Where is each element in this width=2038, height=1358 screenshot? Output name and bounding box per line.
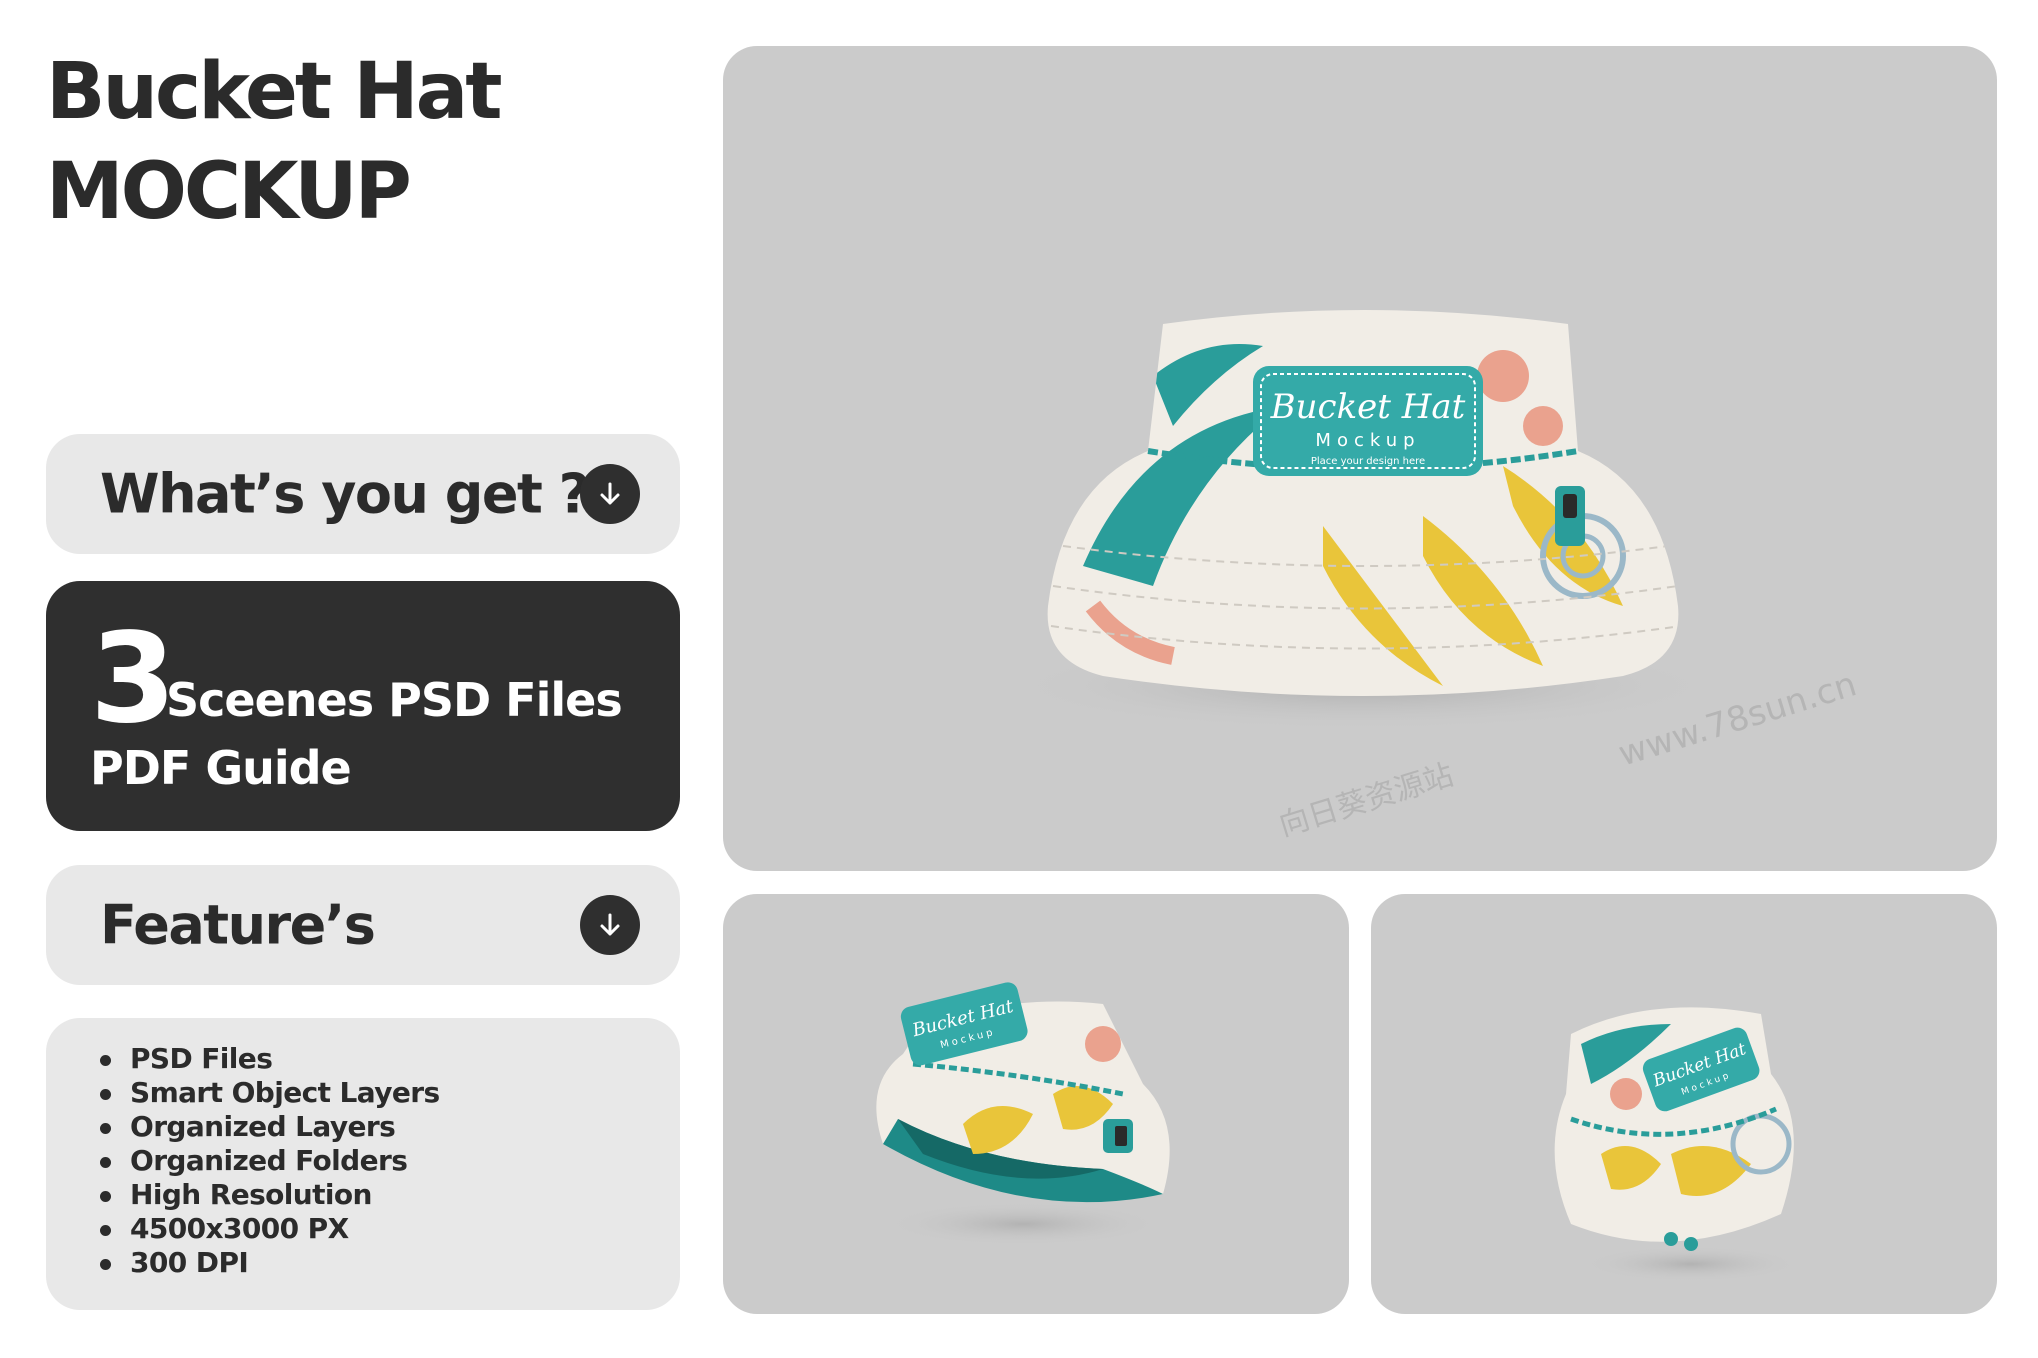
scene-angled-side-image: Bucket Hat Mockup [1371, 894, 1997, 1314]
scenes-label: Sceenes PSD Files [166, 673, 623, 727]
feature-item: PSD Files [100, 1042, 440, 1076]
page-title: Bucket Hat MOCKUP [46, 42, 503, 242]
feature-item: Organized Layers [100, 1110, 440, 1144]
watermark-cn: 向日葵资源站 [1275, 758, 1457, 844]
whats-you-get-section[interactable]: What’s you get ? [46, 434, 680, 554]
scenes-card: 3 Sceenes PSD Files PDF Guide [46, 581, 680, 831]
bucket-hat-angled-illustration: Bucket Hat Mockup [1554, 1007, 1801, 1282]
eyelet-icon [1664, 1232, 1678, 1246]
patch-script-text: Bucket Hat [1270, 387, 1466, 427]
features-expand-button[interactable] [580, 895, 640, 955]
scene-tilted-underside-image: Bucket Hat Mockup [723, 894, 1349, 1314]
feature-item: Smart Object Layers [100, 1076, 440, 1110]
whats-you-get-expand-button[interactable] [580, 464, 640, 524]
feature-item: 4500x3000 PX [100, 1212, 440, 1246]
features-label: Feature’s [100, 893, 376, 957]
feature-item: 300 DPI [100, 1246, 440, 1280]
title-line-2: MOCKUP [46, 147, 412, 237]
features-list: PSD Files Smart Object Layers Organized … [100, 1042, 440, 1280]
features-section[interactable]: Feature’s [46, 865, 680, 985]
pdf-guide-label: PDF Guide [90, 741, 352, 795]
features-list-panel: PSD Files Smart Object Layers Organized … [46, 1018, 680, 1310]
patch-note-text: Place your design here [1311, 456, 1425, 467]
bucket-hat-tilted-illustration: Bucket Hat Mockup [876, 982, 1170, 1246]
patch-sub-text: Mockup [1315, 430, 1420, 451]
arrow-down-icon [600, 913, 620, 936]
main-scene-image: Bucket Hat Mockup Place your design here… [723, 46, 1997, 871]
title-line-1: Bucket Hat [46, 47, 503, 137]
whats-you-get-label: What’s you get ? [100, 462, 590, 526]
arrow-down-icon [600, 482, 620, 505]
feature-item: High Resolution [100, 1178, 440, 1212]
scenes-count: 3 [90, 607, 177, 751]
bucket-hat-front-illustration: Bucket Hat Mockup Place your design here… [1003, 310, 1861, 844]
feature-item: Organized Folders [100, 1144, 440, 1178]
eyelet-icon [1684, 1237, 1698, 1251]
